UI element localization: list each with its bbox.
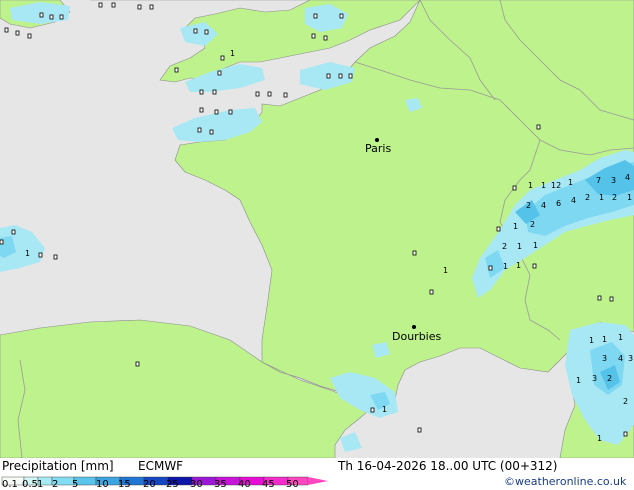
precip-label: 2: [530, 220, 535, 229]
precip-label: 2: [607, 374, 612, 383]
precip-label: 3: [602, 354, 607, 363]
precip-label: 2: [526, 201, 531, 210]
legend-tick-label: 25: [166, 479, 179, 490]
precip-label: 1: [25, 249, 30, 258]
precip-label: 2: [623, 397, 628, 406]
legend-tick-label: 10: [96, 479, 109, 490]
precip-label: 4: [541, 201, 546, 210]
precip-label: 12: [551, 181, 561, 190]
precip-label: 1: [513, 222, 518, 231]
legend-tick-label: 0.1: [2, 479, 18, 490]
legend-title: Precipitation [mm]: [2, 459, 114, 473]
precip-label: 4: [571, 196, 576, 205]
legend-tick-label: 20: [143, 479, 156, 490]
precip-label: 1: [618, 333, 623, 342]
precipitation-map: Paris Dourbies 1 1 1 1 1 12 1 7 3 4 2 4 …: [0, 0, 634, 458]
precip-label: 1: [443, 266, 448, 275]
precip-label: 3: [628, 354, 633, 363]
city-label: Paris: [365, 142, 391, 155]
precip-label: 6: [556, 199, 561, 208]
precip-label: 3: [592, 374, 597, 383]
precip-label: 1: [589, 336, 594, 345]
precip-label: 1: [568, 178, 573, 187]
precip-label: 4: [618, 354, 623, 363]
legend-tick-label: 5: [72, 479, 79, 490]
precip-label: 2: [612, 193, 617, 202]
precip-label: 1: [503, 262, 508, 271]
precip-label: 2: [585, 193, 590, 202]
precip-label: 1: [597, 434, 602, 443]
legend-footer: Precipitation [mm] ECMWF Th 16-04-2026 1…: [0, 458, 634, 490]
precip-label: 4: [625, 173, 630, 182]
precip-label: 1: [602, 335, 607, 344]
legend-tick-label: 15: [118, 479, 131, 490]
precip-label: 1: [528, 181, 533, 190]
precip-label: 1: [516, 261, 521, 270]
legend-tick-label: 0.5: [22, 479, 38, 490]
valid-time: Th 16-04-2026 18..00 UTC (00+312): [338, 459, 558, 473]
precip-label: 2: [502, 242, 507, 251]
legend-tick-label: 40: [238, 479, 251, 490]
legend-tick-label: 2: [52, 479, 59, 490]
legend-tick-label: 50: [286, 479, 299, 490]
legend-tick-label: 30: [190, 479, 203, 490]
precip-label: 1: [230, 49, 235, 58]
city-marker: [412, 325, 416, 329]
legend-tick-label: 35: [214, 479, 227, 490]
precip-label: 1: [517, 242, 522, 251]
precip-label: 1: [382, 405, 387, 414]
legend-arrow: [308, 477, 328, 485]
map-canvas: Paris Dourbies 1 1 1 1 1 12 1 7 3 4 2 4 …: [0, 0, 634, 458]
credit-link[interactable]: ©weatheronline.co.uk: [504, 475, 626, 488]
model-name: ECMWF: [138, 459, 184, 473]
precip-label: 1: [576, 376, 581, 385]
legend-tick-label: 1: [37, 479, 44, 490]
precip-label: 1: [533, 241, 538, 250]
precip-label: 1: [627, 193, 632, 202]
legend-tick-label: 45: [262, 479, 275, 490]
precip-label: 7: [596, 176, 601, 185]
precip-label: 3: [611, 176, 616, 185]
city-label: Dourbies: [392, 330, 442, 343]
legend-colorbar: [1, 476, 328, 486]
precip-label: 1: [541, 181, 546, 190]
precip-label: 1: [599, 193, 604, 202]
